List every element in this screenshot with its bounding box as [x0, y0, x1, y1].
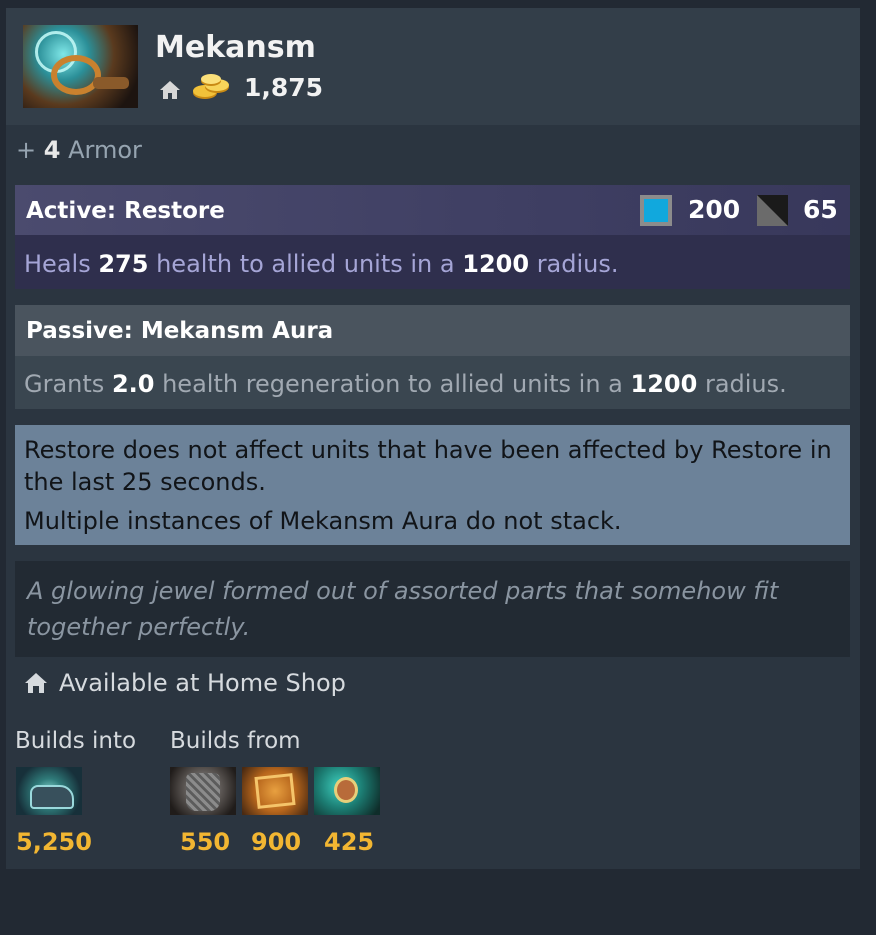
passive-ability-title: Passive: Mekansm Aura	[26, 318, 334, 344]
stat-plus: +	[16, 136, 37, 164]
builds-from-label: Builds from	[170, 728, 301, 754]
chainmail-item-icon[interactable]	[170, 767, 236, 815]
active-ability-title: Active: Restore	[26, 198, 225, 224]
aura-radius: 1200	[630, 370, 698, 398]
item-name: Mekansm	[155, 30, 316, 65]
tooltip-header: Mekansm 1,875	[6, 8, 860, 125]
item-notes: Restore does not affect units that have …	[15, 425, 850, 545]
note-restore: Restore does not affect units that have …	[24, 436, 832, 496]
armor-label: Armor	[68, 136, 142, 164]
regen-amount: 2.0	[111, 370, 155, 398]
passive-ability-header: Passive: Mekansm Aura	[15, 305, 850, 356]
headdress-item-icon[interactable]	[314, 767, 380, 815]
mekansm-item-image	[23, 25, 138, 108]
cooldown-icon	[757, 195, 788, 226]
heal-radius: 1200	[462, 250, 530, 278]
passive-ability: Passive: Mekansm Aura Grants 2.0 health …	[15, 305, 850, 409]
active-ability-header: Active: Restore 200 65	[15, 185, 850, 235]
recipe-scroll-item-icon[interactable]	[242, 767, 308, 815]
item-cost: 1,875	[244, 73, 324, 102]
item-lore: A glowing jewel formed out of assorted p…	[15, 561, 850, 657]
note-aura-stack: Multiple instances of Mekansm Aura do no…	[24, 507, 622, 535]
shop-availability: Available at Home Shop	[59, 669, 346, 697]
cooldown-value: 65	[803, 195, 838, 224]
builds-from-price: 425	[324, 828, 375, 856]
builds-from-price: 900	[251, 828, 302, 856]
active-ability: Active: Restore 200 65 Heals 275 health …	[15, 185, 850, 289]
heal-amount: 275	[98, 250, 149, 278]
builds-into-label: Builds into	[15, 728, 137, 754]
active-ability-description: Heals 275 health to allied units in a 12…	[24, 250, 619, 278]
armor-value: 4	[43, 136, 61, 164]
mana-cost-icon	[640, 195, 672, 226]
passive-ability-description: Grants 2.0 health regeneration to allied…	[24, 370, 787, 398]
builds-from-price: 550	[180, 828, 231, 856]
armor-stat: + 4 Armor	[16, 134, 142, 166]
home-shop-icon	[160, 81, 180, 99]
guardian-greaves-item-icon[interactable]	[16, 767, 82, 815]
mana-cost-value: 200	[688, 195, 741, 224]
gold-coins-icon	[193, 74, 229, 99]
home-shop-icon	[25, 673, 47, 693]
lore-text: A glowing jewel formed out of assorted p…	[27, 577, 779, 641]
item-tooltip: Mekansm 1,875 + 4 Armor Active: Restore …	[6, 8, 860, 869]
builds-into-price: 5,250	[16, 828, 92, 856]
